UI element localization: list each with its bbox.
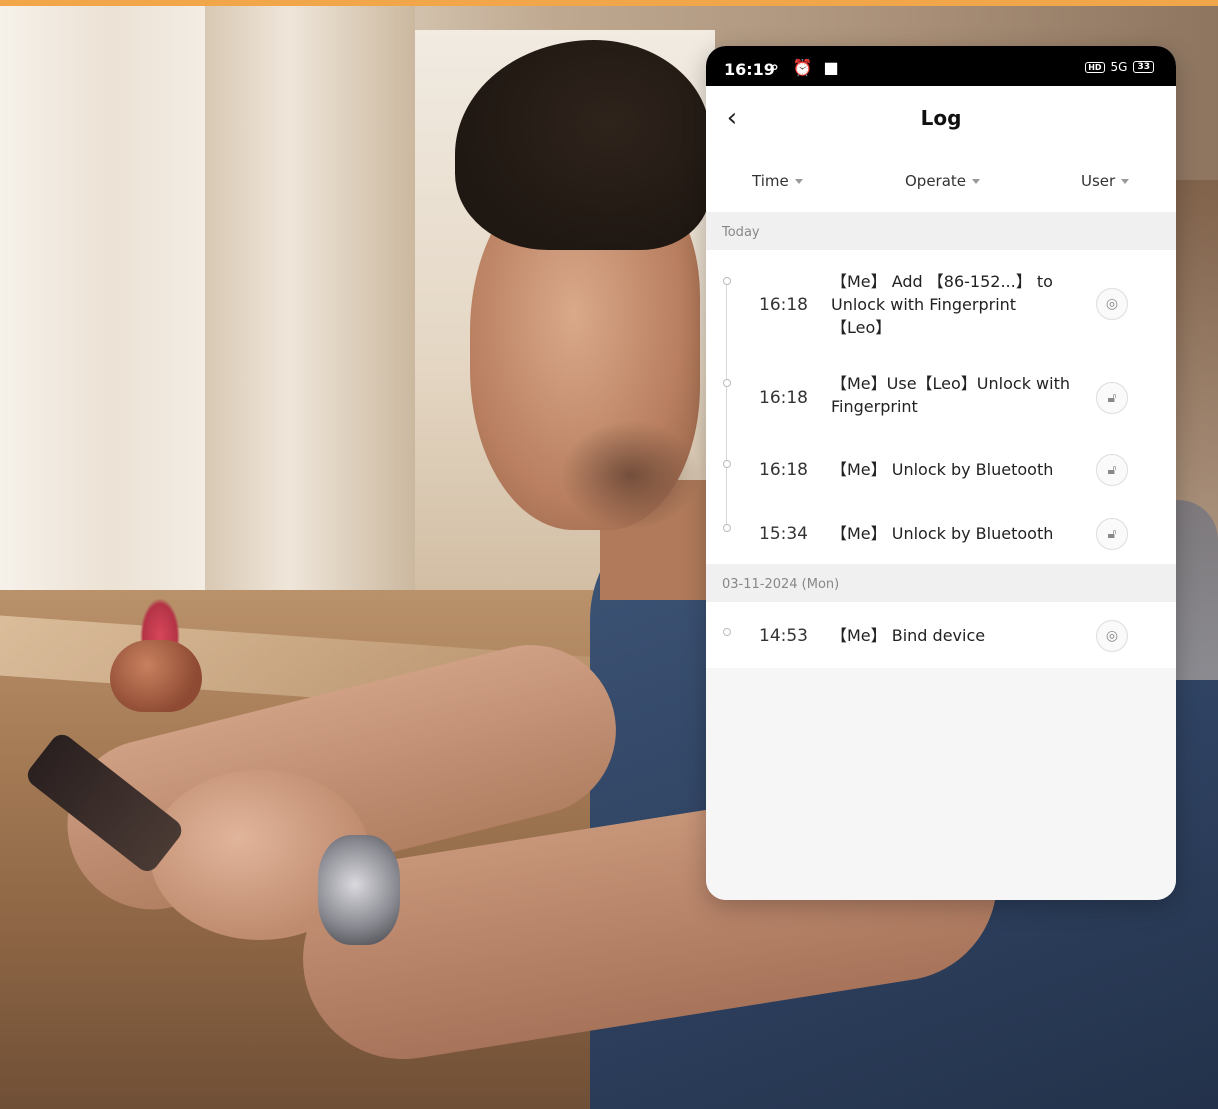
filter-operate[interactable]: Operate [905,172,981,190]
timeline-dot [723,460,731,468]
plant-pot [110,640,202,712]
filter-user-label: User [1081,172,1116,190]
section-header-today: Today [706,212,1176,250]
empty-list-area [706,668,1176,900]
log-entry-text: 【Me】 Unlock by Bluetooth [831,460,1054,479]
timeline-dot [723,628,731,636]
unlock-icon: 🔓︎ [1096,382,1128,414]
log-entry[interactable]: 16:18 【Me】 Unlock by Bluetooth 🔓︎ [706,454,1176,494]
log-entry-text: 【Me】 Add 【86-152...】 to Unlock with Fing… [831,272,1053,337]
log-entry[interactable]: 14:53 【Me】 Bind device ◎ [706,616,1176,656]
log-entry[interactable]: 16:18 【Me】 Add 【86-152...】 to Unlock wit… [706,264,1176,356]
filter-time[interactable]: Time [752,172,803,190]
log-entry-time: 16:18 [759,295,808,315]
status-bar: 16:19 ⚬ ⏰ ■ HD 5G 33 [706,46,1176,86]
status-notification-icons: ⚬ ⏰ ■ [768,58,842,77]
timeline-dot [723,524,731,532]
log-entry-text: 【Me】 Unlock by Bluetooth [831,524,1054,543]
caret-down-icon [1121,178,1130,184]
plant [140,598,180,646]
wristwatch [318,835,400,945]
settings-icon: ◎ [1096,288,1128,320]
log-entry[interactable]: 15:34 【Me】 Unlock by Bluetooth 🔓︎ [706,518,1176,558]
log-list-date: 14:53 【Me】 Bind device ◎ [706,602,1176,668]
unlock-icon: 🔓︎ [1096,518,1128,550]
person-beard [560,420,700,530]
filter-time-label: Time [752,172,789,190]
log-header: ‹ Log Time Operate User [706,86,1176,212]
timeline-dot [723,277,731,285]
accent-top-bar [0,0,1218,6]
filter-bar: Time Operate User [706,172,1176,212]
timeline-dot [723,379,731,387]
battery-icon: 33 [1133,61,1154,73]
section-header-date: 03-11-2024 (Mon) [706,564,1176,602]
log-entry-time: 15:34 [759,524,808,544]
log-entry-text: 【Me】Use【Leo】Unlock with Fingerprint [831,374,1070,416]
filter-user[interactable]: User [1081,172,1130,190]
log-entry-time: 16:18 [759,460,808,480]
phone-screen: 16:19 ⚬ ⏰ ■ HD 5G 33 ‹ Log Time Operate … [706,46,1176,900]
filter-operate-label: Operate [905,172,967,190]
window-light [0,6,220,626]
log-entry-time: 14:53 [759,626,808,646]
settings-icon: ◎ [1096,620,1128,652]
log-list-today: 16:18 【Me】 Add 【86-152...】 to Unlock wit… [706,250,1176,564]
log-entry-time: 16:18 [759,388,808,408]
unlock-icon: 🔓︎ [1096,454,1128,486]
hd-icon: HD [1085,61,1105,73]
page-title: Log [920,106,962,130]
log-entry-text: 【Me】 Bind device [831,626,986,645]
signal-icon: 5G [1110,60,1128,74]
log-entry[interactable]: 16:18 【Me】Use【Leo】Unlock with Fingerprin… [706,370,1176,430]
caret-down-icon [794,178,803,184]
status-right-icons: HD 5G 33 [1085,60,1154,74]
window-frame [205,6,415,596]
caret-down-icon [972,178,981,184]
